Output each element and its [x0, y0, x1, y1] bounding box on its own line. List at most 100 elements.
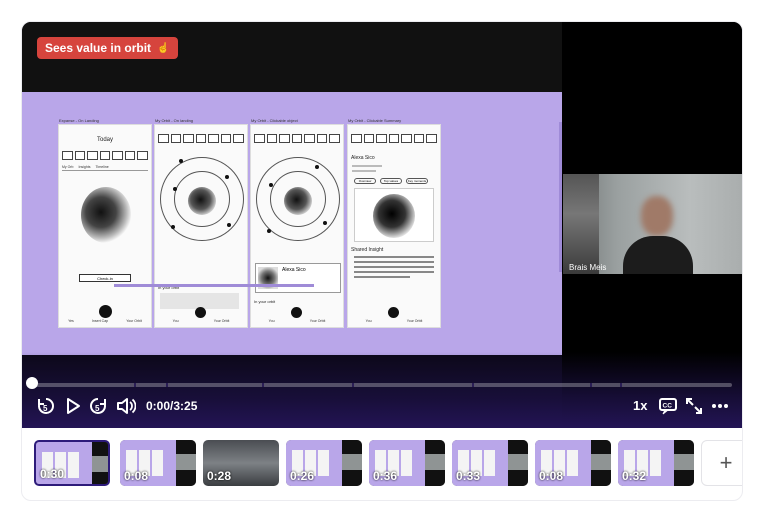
- frame-fab: [291, 307, 302, 318]
- clip-duration: 0:08: [539, 469, 564, 483]
- wireframe-landing: Expanse - On Landing Today My Orb Insigh…: [58, 118, 152, 328]
- frame-nav-item: Yes: [68, 319, 74, 323]
- clip-thumbnail[interactable]: 0:33: [452, 440, 528, 486]
- frame-section-title: In your orbit: [254, 299, 276, 304]
- participant-head: [641, 196, 673, 236]
- orbit-node: [173, 187, 177, 191]
- play-icon[interactable]: [62, 394, 84, 418]
- rewind-5-icon[interactable]: 5: [34, 394, 58, 418]
- svg-text:5: 5: [43, 404, 48, 413]
- paragraph-line: [354, 271, 434, 273]
- orbit-node: [323, 221, 327, 225]
- chapter-marker: [134, 383, 136, 387]
- paragraph-line: [354, 276, 410, 278]
- orb-image: [81, 187, 131, 243]
- clip-duration: 0:08: [124, 469, 149, 483]
- modal-image: [354, 188, 434, 242]
- svg-text:5: 5: [95, 404, 100, 413]
- frame-nav-item: You: [268, 319, 275, 323]
- modal-title: Alexa Sico: [351, 155, 375, 161]
- highlight-badge[interactable]: Sees value in orbit ☝: [37, 37, 178, 59]
- object-popup: Alexa Sico: [255, 263, 341, 293]
- more-horizontal-icon[interactable]: [708, 394, 732, 418]
- clip-thumbnail[interactable]: 0:26: [286, 440, 362, 486]
- frame-nav-item: You: [172, 319, 179, 323]
- participant-body: [623, 236, 693, 274]
- clip-duration: 0:36: [373, 469, 398, 483]
- participant-figure: [623, 196, 693, 274]
- frame-tab: My Orb: [62, 165, 74, 169]
- frame-nav: You Your Orbit: [348, 319, 440, 325]
- frame-nav-item: Your Orbit: [213, 319, 230, 323]
- camera-shelf: [563, 174, 599, 274]
- frame-nav-item: Insert Cap: [91, 319, 109, 323]
- progress-handle[interactable]: [26, 377, 38, 389]
- chapter-marker: [472, 383, 474, 387]
- modal-pill: Top values: [380, 178, 402, 184]
- pointer-hand-icon: ☝: [157, 42, 170, 54]
- clip-duration: 0:28: [207, 469, 232, 483]
- frame-fab: [99, 305, 112, 318]
- popup-title: Alexa Sico: [282, 267, 306, 273]
- frame-checkin-button: Check-in: [79, 274, 131, 282]
- day-squares: [62, 151, 149, 160]
- modal-pill: Key moments: [406, 178, 428, 184]
- modal-line: [352, 165, 382, 167]
- clip-duration: 0:32: [622, 469, 647, 483]
- chapter-marker: [166, 383, 168, 387]
- chapter-marker: [590, 383, 592, 387]
- orbit-node: [179, 159, 183, 163]
- frame-nav-item: Your Orbit: [309, 319, 326, 323]
- clip-thumbnail[interactable]: 0:08: [535, 440, 611, 486]
- day-squares: [351, 134, 438, 143]
- player-controls: 5 5 0:00/3:25 1x CC: [22, 394, 742, 418]
- frame-fab: [195, 307, 206, 318]
- clip-thumbnail[interactable]: 0:28: [203, 440, 279, 486]
- orbit-node: [225, 175, 229, 179]
- forward-5-icon[interactable]: 5: [86, 394, 110, 418]
- paragraph-line: [354, 261, 434, 263]
- playback-speed[interactable]: 1x: [633, 398, 647, 413]
- insight-title: Shared Insight: [351, 247, 384, 253]
- wireframe-clickable-object: My Orbit - Clickable object Alexa Sico I…: [250, 118, 344, 328]
- orbit-node: [269, 183, 273, 187]
- closed-captions-icon[interactable]: CC: [656, 394, 680, 418]
- frame-caption: My Orbit - Clickable object: [251, 118, 298, 123]
- wireframe-clickable-summary: My Orbit - Clickable Summary Alexa Sico …: [347, 118, 441, 328]
- player-card: Expanse - On Landing Today My Orb Insigh…: [21, 21, 743, 501]
- chapter-marker: [620, 383, 622, 387]
- frame-nav: You Your Orbit: [251, 319, 343, 325]
- frame-tab: Insights: [78, 165, 91, 169]
- orb-image: [284, 187, 312, 215]
- time-display: 0:00/3:25: [146, 399, 198, 413]
- modal-pill: Overview: [354, 178, 376, 184]
- add-clip-button[interactable]: +: [701, 440, 742, 486]
- clip-thumbnail[interactable]: 0:36: [369, 440, 445, 486]
- shared-slide: Expanse - On Landing Today My Orb Insigh…: [22, 92, 562, 355]
- frame-tabs: My Orb Insights Timeline: [62, 165, 148, 171]
- participant-camera: Brais Meis: [563, 174, 742, 274]
- frame-title: Today: [96, 137, 113, 143]
- svg-text:CC: CC: [663, 403, 673, 410]
- badge-label: Sees value in orbit: [45, 41, 152, 55]
- frame-nav: You Your Orbit: [155, 319, 247, 325]
- clip-thumbnail[interactable]: 0:08: [120, 440, 196, 486]
- frame-fab: [388, 307, 399, 318]
- expand-icon[interactable]: [682, 394, 706, 418]
- chapter-marker: [352, 383, 354, 387]
- chapter-marker: [262, 383, 264, 387]
- day-squares: [254, 134, 341, 143]
- orbit-node: [267, 229, 271, 233]
- frame-caption: My Orbit - Clickable Summary: [348, 118, 402, 123]
- orbit-node: [315, 165, 319, 169]
- progress-bar[interactable]: [34, 383, 732, 387]
- clip-strip: 0:30 0:08 0:28 0:26 0:36 0:33 0:08 0:32 …: [34, 440, 742, 486]
- frame-nav-item: You: [365, 319, 372, 323]
- video-player[interactable]: Expanse - On Landing Today My Orb Insigh…: [22, 22, 742, 428]
- volume-icon[interactable]: [114, 394, 138, 418]
- clip-thumbnail[interactable]: 0:32: [618, 440, 694, 486]
- clip-thumbnail[interactable]: 0:30: [34, 440, 110, 486]
- modal-line: [352, 170, 376, 172]
- clip-duration: 0:26: [290, 469, 315, 483]
- frame-caption: Expanse - On Landing: [59, 118, 99, 123]
